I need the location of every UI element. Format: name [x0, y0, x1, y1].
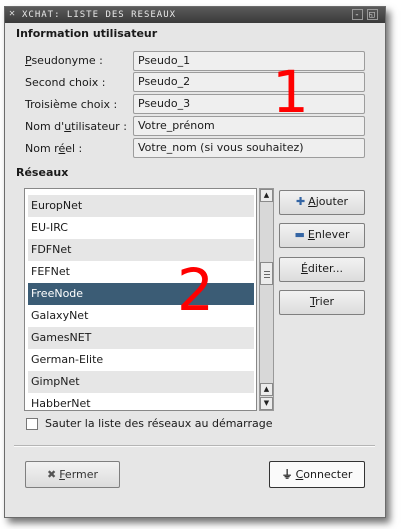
scroll-thumb[interactable]	[260, 262, 273, 285]
scroll-up-arrow-icon-lower[interactable]: ▲	[260, 383, 273, 396]
sort-networks-button[interactable]: Trier	[279, 290, 365, 315]
separator	[14, 445, 375, 447]
add-network-button[interactable]: ✚ Ajouter	[279, 190, 365, 215]
second-choice-label: Second choix :	[25, 76, 106, 89]
realname-field[interactable]: Votre_nom (si vous souhaitez)	[133, 138, 365, 158]
plug-icon: ⏚	[281, 468, 293, 481]
username-field[interactable]: Votre_prénom	[133, 116, 365, 136]
third-choice-label: Troisième choix :	[25, 98, 118, 111]
close-label: Fermer	[59, 468, 99, 481]
network-list[interactable]: EuropNet EU-IRC FDFNet FEFNet FreeNode G…	[24, 188, 257, 411]
annotation-2: 2	[177, 256, 214, 324]
maximize-button[interactable]: ◱	[367, 9, 378, 20]
close-button[interactable]: ✖ Fermer	[25, 461, 120, 488]
annotation-1: 1	[272, 58, 309, 126]
list-item-selected[interactable]: FreeNode	[28, 283, 254, 305]
titlebar[interactable]: ✕ XCHAT: LISTE DES RESEAUX - ◱	[5, 7, 385, 23]
connect-button[interactable]: ⏚ Connecter	[269, 461, 365, 488]
network-list-window: ✕ XCHAT: LISTE DES RESEAUX - ◱ Informati…	[4, 6, 386, 518]
scroll-up-arrow-icon[interactable]: ▲	[260, 189, 273, 202]
list-item[interactable]: FEFNet	[28, 261, 254, 283]
list-item[interactable]: FDFNet	[28, 239, 254, 261]
skip-list-checkbox[interactable]	[26, 418, 38, 430]
close-icon: ✖	[46, 468, 57, 481]
edit-network-button[interactable]: Éditer...	[279, 257, 365, 282]
minimize-button[interactable]: -	[352, 9, 363, 20]
x-icon[interactable]: ✕	[9, 9, 19, 19]
nickname-label: Pseudonyme :	[25, 54, 103, 67]
list-item[interactable]: German-Elite	[28, 349, 254, 371]
edit-label: Éditer...	[300, 262, 344, 275]
username-label: Nom d'utilisateur :	[25, 120, 127, 133]
sort-label: Trier	[310, 295, 334, 308]
list-item[interactable]: GimpNet	[28, 371, 254, 393]
remove-label: Enlever	[307, 228, 350, 241]
window-title: XCHAT: LISTE DES RESEAUX	[22, 10, 177, 20]
list-item[interactable]: GamesNET	[28, 327, 254, 349]
minus-icon: ▬	[294, 228, 305, 241]
connect-label: Connecter	[295, 468, 353, 481]
list-item[interactable]: EU-IRC	[28, 217, 254, 239]
list-item[interactable]: EuropNet	[28, 195, 254, 217]
network-list-scrollbar[interactable]: ▲ ▲ ▼	[259, 188, 274, 411]
add-label: Ajouter	[308, 195, 349, 208]
list-item[interactable]: GalaxyNet	[28, 305, 254, 327]
skip-list-label: Sauter la liste des réseaux au démarrage	[45, 417, 273, 430]
networks-title: Réseaux	[16, 166, 69, 179]
nickname-field[interactable]: Pseudo_1	[133, 51, 365, 71]
second-choice-field[interactable]: Pseudo_2	[133, 72, 365, 92]
plus-icon: ✚	[295, 195, 306, 208]
remove-network-button[interactable]: ▬ Enlever	[279, 223, 365, 248]
user-info-title: Information utilisateur	[16, 27, 158, 40]
third-choice-field[interactable]: Pseudo_3	[133, 94, 365, 114]
scroll-down-arrow-icon[interactable]: ▼	[260, 397, 273, 410]
realname-label: Nom réel :	[25, 142, 83, 155]
list-item[interactable]: HabberNet	[28, 393, 254, 410]
